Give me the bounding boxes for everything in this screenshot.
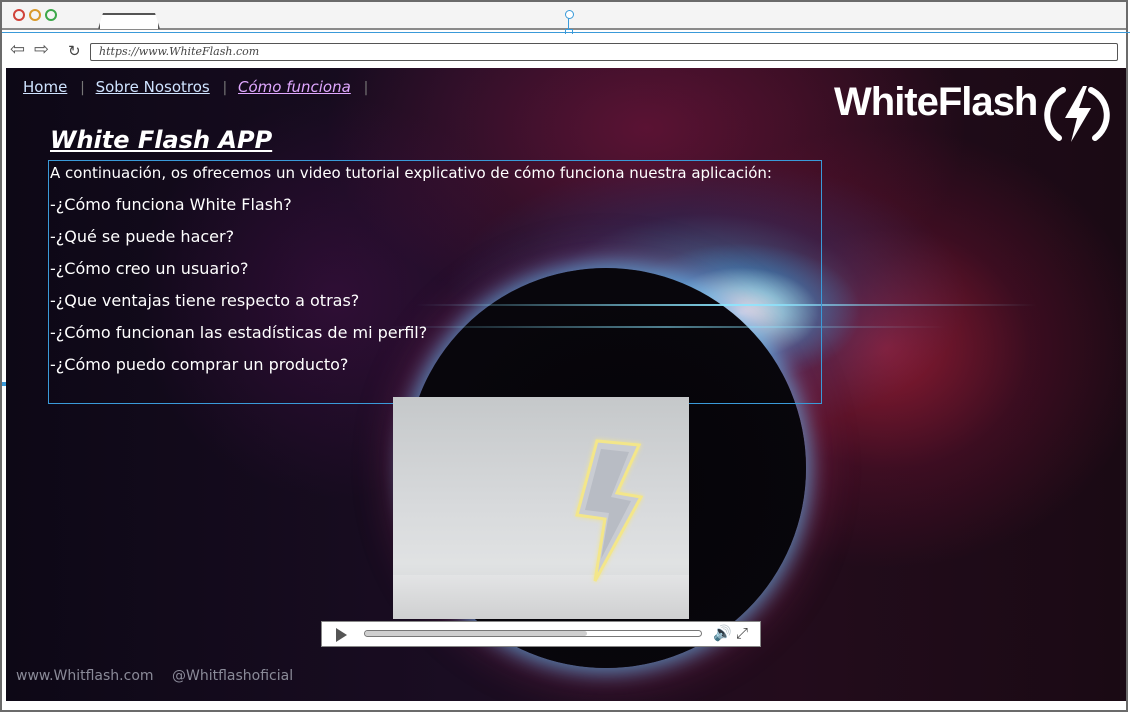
lightning-bolt-icon [575, 439, 644, 582]
list-item: -¿Que ventajas tiene respecto a otras? [50, 291, 360, 310]
list-item: -¿Cómo creo un usuario? [50, 259, 249, 278]
brand-logo-text[interactable]: WhiteFlash [834, 80, 1038, 125]
lightning-bolt-circle-icon[interactable] [1043, 80, 1111, 148]
url-input[interactable]: https://www.WhiteFlash.com [90, 43, 1118, 61]
intro-text: A continuación, os ofrecemos un video tu… [50, 164, 772, 182]
footer-website[interactable]: www.Whitflash.com [16, 668, 154, 684]
list-item: -¿Cómo puedo comprar un producto? [50, 355, 349, 374]
video-controls: 🔊 ⤢ [321, 621, 761, 647]
address-bar: ⇦ ⇨ ↻ https://www.WhiteFlash.com [2, 34, 1126, 68]
back-arrow-icon[interactable]: ⇦ [10, 41, 25, 59]
play-icon[interactable] [336, 628, 347, 642]
close-window-button[interactable] [13, 9, 25, 21]
reload-icon[interactable]: ↻ [68, 42, 81, 60]
tab-bar [2, 2, 1126, 30]
nav-separator: | [80, 80, 85, 96]
footer-social[interactable]: @Whitflashoficial [172, 668, 293, 684]
minimize-window-button[interactable] [29, 9, 41, 21]
footer: www.Whitflash.com @Whitflashoficial [16, 668, 307, 684]
list-item: -¿Qué se puede hacer? [50, 227, 235, 246]
video-frame[interactable] [393, 397, 689, 619]
list-item: -¿Cómo funciona White Flash? [50, 195, 292, 214]
selection-guide [2, 32, 1130, 33]
list-item: -¿Cómo funcionan las estadísticas de mi … [50, 323, 428, 342]
nav-link-how-it-works[interactable]: Cómo funciona [238, 78, 351, 96]
web-page: Home | Sobre Nosotros | Cómo funciona | … [6, 68, 1126, 701]
maximize-window-button[interactable] [45, 9, 57, 21]
nav-separator: | [222, 80, 228, 96]
selection-handle[interactable] [565, 10, 574, 19]
video-progress-bar[interactable] [364, 630, 702, 637]
video-progress-fill [365, 631, 587, 636]
browser-tab[interactable] [98, 13, 160, 29]
nav-link-about[interactable]: Sobre Nosotros [96, 78, 210, 96]
site-nav: Home | Sobre Nosotros | Cómo funciona | [23, 78, 374, 96]
question-list: -¿Cómo funciona White Flash? -¿Qué se pu… [50, 192, 427, 384]
nav-link-home[interactable]: Home [23, 78, 67, 96]
fullscreen-icon[interactable]: ⤢ [736, 624, 748, 642]
forward-arrow-icon[interactable]: ⇨ [34, 41, 49, 59]
volume-icon[interactable]: 🔊 [713, 624, 732, 642]
nav-separator: | [363, 80, 369, 96]
page-title: White Flash APP [50, 126, 273, 154]
browser-window: ⇦ ⇨ ↻ https://www.WhiteFlash.com Home | … [0, 0, 1130, 712]
selection-handle[interactable] [2, 382, 6, 386]
